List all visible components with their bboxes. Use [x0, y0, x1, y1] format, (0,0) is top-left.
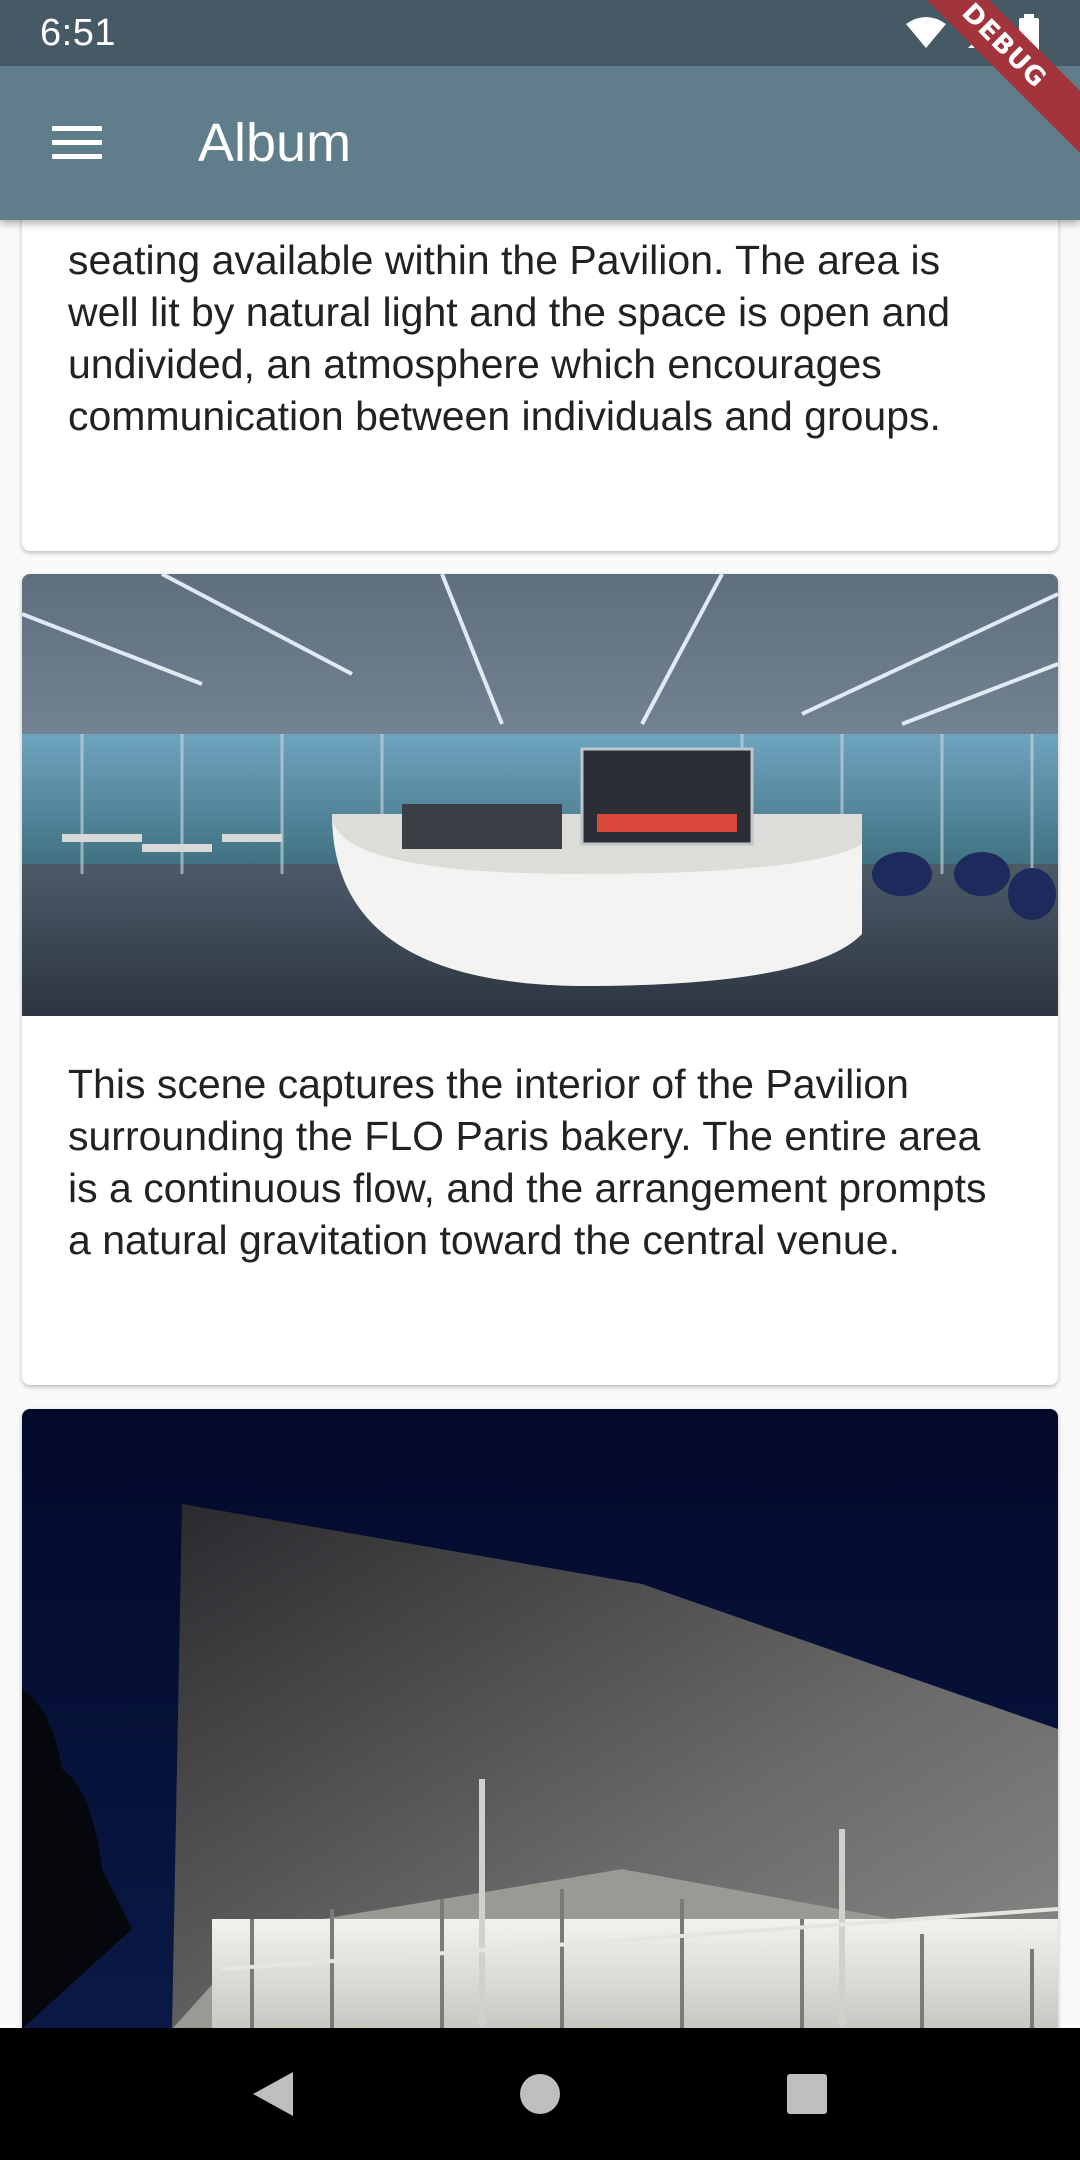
status-bar: 6:51 [0, 0, 1080, 66]
wifi-icon [906, 17, 946, 48]
back-button[interactable] [228, 2049, 318, 2139]
navigation-bar [0, 2028, 1080, 2160]
pavilion-interior-bakery-photo [22, 574, 1058, 1016]
card-description: seating available within the Pavilion. T… [68, 237, 951, 439]
recents-icon [786, 2074, 827, 2114]
card-description: This scene captures the interior of the … [68, 1061, 987, 1263]
recents-button[interactable] [762, 2049, 852, 2139]
app-bar: Album [0, 66, 1080, 220]
album-card[interactable] [22, 1409, 1058, 2028]
pavilion-exterior-night-photo [22, 1409, 1058, 2028]
album-card[interactable]: seating available within the Pavilion. T… [22, 220, 1058, 551]
menu-button[interactable] [0, 66, 154, 220]
album-list[interactable]: seating available within the Pavilion. T… [0, 220, 1080, 2028]
menu-icon [52, 126, 102, 160]
album-card[interactable]: This scene captures the interior of the … [22, 574, 1058, 1385]
app-title: Album [198, 113, 352, 173]
back-icon [253, 2072, 294, 2116]
status-time: 6:51 [40, 11, 116, 54]
home-button[interactable] [495, 2049, 585, 2139]
home-icon [519, 2074, 560, 2114]
